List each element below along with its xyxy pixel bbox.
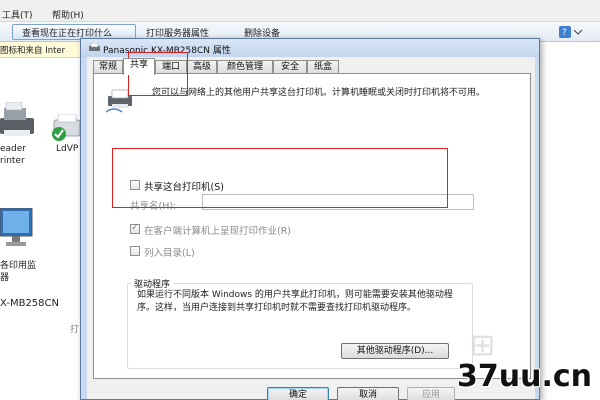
dialog-title: Panasonic KX-MB258CN 属性 (103, 46, 231, 56)
device-caption: 器 (0, 273, 10, 283)
tab-sharing[interactable]: 共享 (123, 58, 155, 75)
cancel-button[interactable]: 取消 (337, 387, 399, 400)
device-label: LdVP (56, 144, 79, 154)
partial-text: 打 (70, 325, 80, 335)
tab-security[interactable]: 安全 (273, 60, 307, 74)
render-jobs-label: 在客户端计算机上呈现打印作业(R) (144, 226, 292, 237)
background-menubar: 工具(T) 帮助(H) (0, 0, 600, 22)
tab-color-management[interactable]: 颜色管理 (217, 60, 273, 74)
list-directory-label: 列入目录(L) (144, 248, 195, 259)
monitor-icon[interactable] (0, 208, 34, 252)
apply-button[interactable]: 应用 (407, 387, 455, 400)
menu-tools[interactable]: 工具(T) (2, 8, 33, 21)
watermark-ghost-logo: ⊞ (470, 328, 496, 363)
dialog-body: 常规 共享 端口 高级 颜色管理 安全 纸盒 您可以与网络上的其他用户共享这台打… (87, 57, 535, 400)
model-label: X-MB258CN (0, 298, 59, 309)
share-name-label: 共享名(H): (130, 201, 177, 212)
device-label: eader (0, 144, 27, 154)
printer-icon (89, 43, 100, 51)
share-printer-label: 共享这台打印机(S) (144, 182, 224, 193)
tab-general[interactable]: 常规 (93, 60, 123, 74)
tab-paper-tray[interactable]: 纸盒 (307, 60, 339, 74)
watermark-text: 37uu.cn (457, 359, 592, 394)
dialog-titlebar[interactable]: Panasonic KX-MB258CN 属性 (81, 39, 539, 57)
tab-advanced[interactable]: 高级 (187, 60, 217, 74)
share-name-input[interactable] (202, 194, 474, 210)
shared-printer-icon (106, 89, 132, 113)
render-jobs-checkbox[interactable] (130, 222, 140, 234)
sharing-info-text: 您可以与网络上的其他用户共享这台打印机。计算机睡眠或关闭时打印机将不可用。 (152, 88, 486, 98)
svg-text:?: ? (562, 28, 567, 38)
tab-ports[interactable]: 端口 (155, 60, 187, 74)
device-list: eader rinter LdVP 各印用监 器 X-MB258CN 打 (0, 58, 82, 400)
device-label: rinter (0, 156, 25, 166)
default-printer-icon[interactable] (50, 114, 82, 144)
ok-button[interactable]: 确定 (267, 387, 329, 400)
info-bar-text: 图标和来自 Inter (0, 46, 66, 56)
help-dropdown-icon[interactable]: ? (559, 26, 583, 38)
additional-drivers-button[interactable]: 其他驱动程序(D)... (341, 343, 449, 359)
menu-help[interactable]: 帮助(H) (52, 8, 84, 21)
drivers-description: 如果运行不同版本 Windows 的用户共享此打印机，则可能需要安装其他驱动程序… (137, 290, 453, 313)
share-printer-checkbox[interactable] (130, 180, 140, 190)
fax-printer-icon[interactable] (0, 102, 36, 142)
background-right-strip: ? (538, 26, 600, 400)
list-directory-checkbox[interactable] (130, 246, 140, 256)
